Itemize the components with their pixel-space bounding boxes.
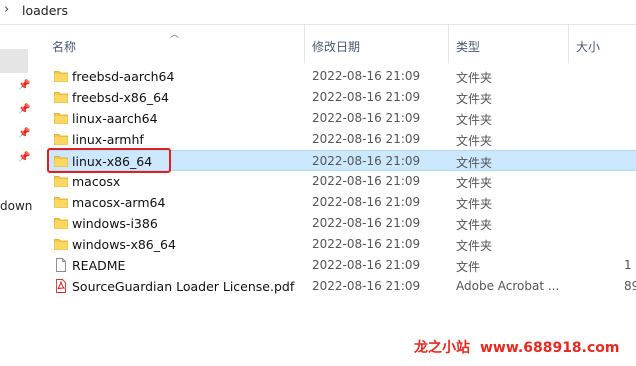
column-divider[interactable] [568,25,569,63]
watermark-brand: 龙之小站 [414,340,470,356]
file-modified-date: 2022-08-16 21:09 [312,174,421,188]
file-name: freebsd-x86_64 [72,90,169,105]
folder-icon [54,174,68,188]
watermark-url: www.688918.com [480,340,620,356]
file-type: 文件夹 [456,176,493,190]
column-date[interactable]: 修改日期 [312,38,360,55]
folder-icon [54,216,68,230]
column-name[interactable]: 名称 [52,38,76,55]
file-name: SourceGuardian Loader License.pdf [72,279,295,294]
folder-icon [54,132,68,146]
file-size: 1 K [624,258,636,272]
file-name: linux-aarch64 [72,111,158,126]
file-type: 文件夹 [456,218,493,232]
watermark: 龙之小站 www.688918.com [414,337,620,357]
sort-ascending-icon: ︿ [170,30,180,40]
pin-icon[interactable]: 📌 [18,105,30,115]
address-path[interactable]: loaders [22,3,68,18]
file-row[interactable]: README 2022-08-16 21:09 文件 1 K [48,255,636,276]
pin-icon[interactable]: 📌 [18,153,30,163]
file-type: 文件夹 [456,156,493,170]
column-header: ︿ 名称 修改日期 类型 大小 [36,25,636,63]
file-row[interactable]: freebsd-x86_64 2022-08-16 21:09 文件夹 [48,87,636,108]
address-bar[interactable]: › loaders [0,0,636,24]
file-modified-date: 2022-08-16 21:09 [312,237,421,251]
file-modified-date: 2022-08-16 21:09 [312,132,421,146]
folder-icon [54,195,68,209]
file-row[interactable]: windows-i386 2022-08-16 21:09 文件夹 [48,213,636,234]
file-row[interactable]: SourceGuardian Loader License.pdf 2022-08… [48,276,636,297]
column-divider[interactable] [304,25,305,63]
file-name: README [72,258,126,273]
navigation-pane: 📌 📌 📌 📌 down [0,25,36,366]
file-list: freebsd-aarch64 2022-08-16 21:09 文件夹 freebs… [36,66,636,296]
file-type: 文件夹 [456,92,493,106]
file-row[interactable]: linux-aarch64 2022-08-16 21:09 文件夹 [48,108,636,129]
pdf-icon [54,279,68,293]
folder-icon [54,111,68,125]
file-row[interactable]: macosx-arm64 2022-08-16 21:09 文件夹 [48,192,636,213]
file-type: 文件夹 [456,71,493,85]
file-name: windows-x86_64 [72,237,176,252]
file-modified-date: 2022-08-16 21:09 [312,258,421,272]
file-type: 文件夹 [456,134,493,148]
file-icon [54,258,68,272]
file-modified-date: 2022-08-16 21:09 [312,111,421,125]
folder-icon [54,237,68,251]
file-name: macosx-arm64 [72,195,166,210]
file-modified-date: 2022-08-16 21:09 [312,69,421,83]
file-row[interactable]: macosx 2022-08-16 21:09 文件夹 [48,171,636,192]
file-name: macosx [72,174,121,189]
folder-icon [54,90,68,104]
file-modified-date: 2022-08-16 21:09 [312,195,421,209]
file-type: 文件夹 [456,113,493,127]
pin-icon[interactable]: 📌 [18,129,30,139]
nav-selected-item[interactable] [0,49,28,73]
file-row[interactable]: linux-armhf 2022-08-16 21:09 文件夹 [48,129,636,150]
pin-icon[interactable]: 📌 [18,81,30,91]
file-type: 文件夹 [456,239,493,253]
file-modified-date: 2022-08-16 21:09 [312,279,421,293]
file-modified-date: 2022-08-16 21:09 [312,90,421,104]
annotation-highlight-box [47,148,171,173]
file-type: Adobe Acrobat ... [456,279,560,293]
nav-item-label[interactable]: down [0,199,32,213]
chevron-right-icon[interactable]: › [4,2,9,17]
file-row[interactable]: freebsd-aarch64 2022-08-16 21:09 文件夹 [48,66,636,87]
file-type: 文件 [456,260,481,274]
file-name: linux-armhf [72,132,144,147]
column-type[interactable]: 类型 [456,38,480,55]
file-name: freebsd-aarch64 [72,69,175,84]
file-size: 89 K [624,279,636,293]
file-modified-date: 2022-08-16 21:09 [312,154,421,168]
column-divider[interactable] [448,25,449,63]
file-modified-date: 2022-08-16 21:09 [312,216,421,230]
column-size[interactable]: 大小 [576,38,600,55]
file-row[interactable]: windows-x86_64 2022-08-16 21:09 文件夹 [48,234,636,255]
file-name: windows-i386 [72,216,158,231]
folder-icon [54,69,68,83]
file-type: 文件夹 [456,197,493,211]
